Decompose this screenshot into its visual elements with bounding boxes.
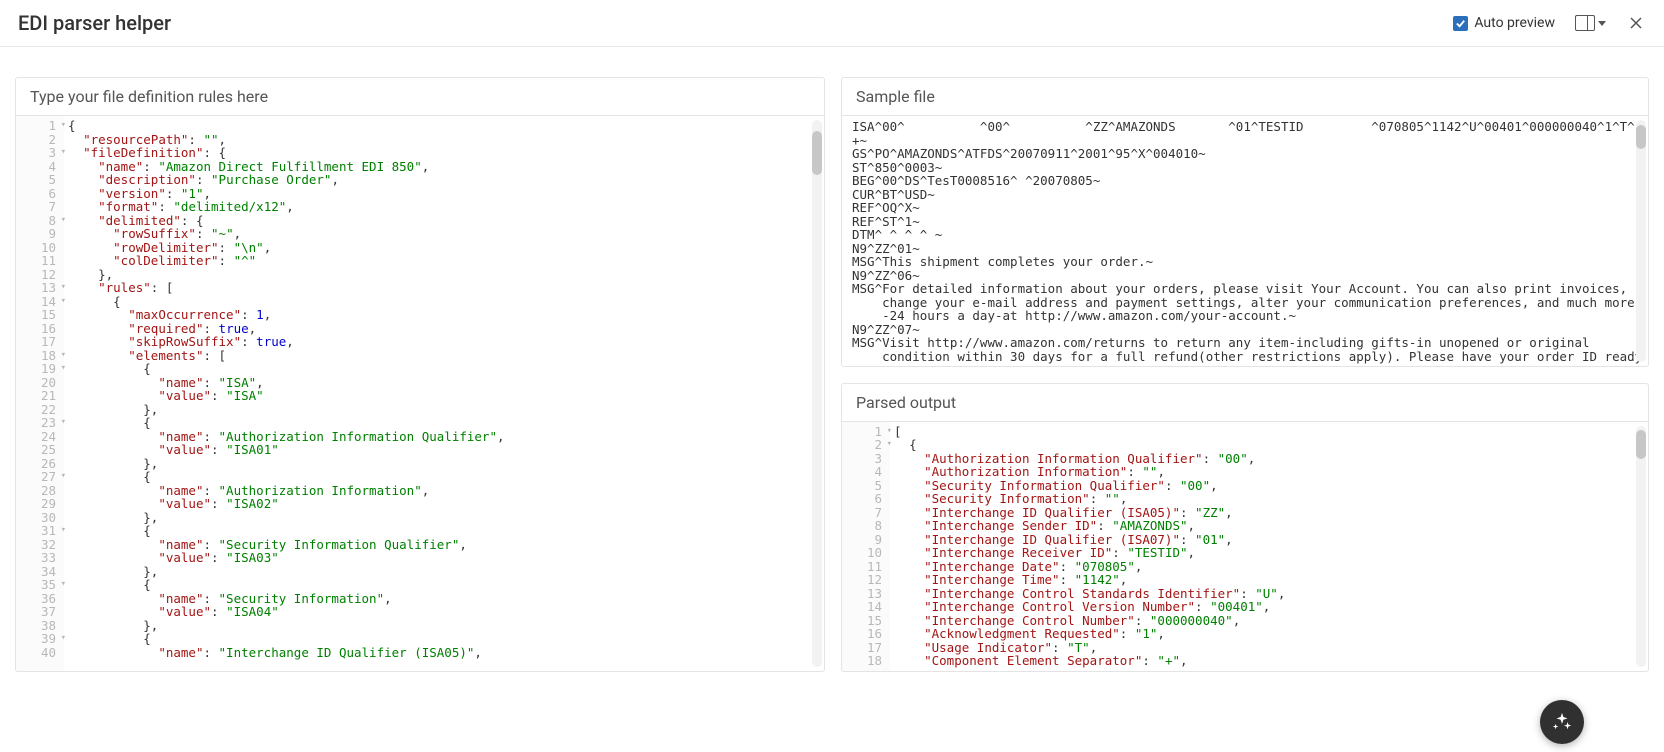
layout-toggle-button[interactable] — [1573, 13, 1608, 33]
rules-editor-body[interactable]: 1234567891011121314151617181920212223242… — [16, 116, 824, 671]
layout-split-icon — [1575, 15, 1595, 31]
sample-file-header: Sample file — [842, 78, 1648, 116]
rules-editor[interactable]: 1234567891011121314151617181920212223242… — [16, 116, 824, 671]
rules-scrollbar[interactable] — [812, 120, 822, 667]
auto-preview-label: Auto preview — [1474, 15, 1555, 31]
header-bar: EDI parser helper Auto preview — [0, 0, 1664, 47]
sample-scrollbar-thumb[interactable] — [1636, 125, 1646, 149]
close-icon — [1628, 15, 1644, 31]
header-actions: Auto preview — [1453, 13, 1646, 33]
parsed-output-body[interactable]: 123456789101112131415161718[ { "Authoriz… — [842, 422, 1648, 672]
sample-file-body[interactable]: ISA^00^ ^00^ ^ZZ^AMAZONDS ^01^TESTID ^07… — [842, 116, 1648, 366]
close-button[interactable] — [1626, 13, 1646, 33]
auto-preview-toggle[interactable]: Auto preview — [1453, 15, 1555, 31]
chevron-down-icon — [1598, 21, 1606, 26]
parsed-output-editor[interactable]: 123456789101112131415161718[ { "Authoriz… — [842, 422, 1648, 672]
checkbox-checked-icon — [1453, 16, 1468, 31]
rules-editor-header: Type your file definition rules here — [16, 78, 824, 116]
assist-fab-button[interactable] — [1540, 700, 1584, 744]
parsed-output-panel: Parsed output 12345678910111213141516171… — [841, 383, 1649, 673]
sample-scrollbar[interactable] — [1636, 120, 1646, 362]
parsed-scrollbar[interactable] — [1636, 426, 1646, 668]
sample-file-panel: Sample file ISA^00^ ^00^ ^ZZ^AMAZONDS ^0… — [841, 77, 1649, 367]
rules-scrollbar-thumb[interactable] — [812, 131, 822, 175]
sparkle-icon — [1551, 711, 1573, 733]
workspace: Type your file definition rules here 123… — [0, 47, 1664, 687]
parsed-output-header: Parsed output — [842, 384, 1648, 422]
page-title: EDI parser helper — [18, 11, 171, 35]
sample-file-text[interactable]: ISA^00^ ^00^ ^ZZ^AMAZONDS ^01^TESTID ^07… — [842, 116, 1648, 366]
parsed-scrollbar-thumb[interactable] — [1636, 430, 1646, 459]
rules-editor-panel: Type your file definition rules here 123… — [15, 77, 825, 672]
